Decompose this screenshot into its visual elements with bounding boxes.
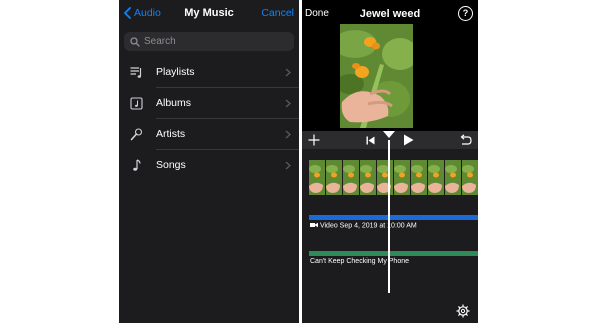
chevron-right-icon xyxy=(285,68,291,77)
clip-frame xyxy=(377,160,394,195)
gear-icon[interactable] xyxy=(456,304,470,318)
help-button[interactable]: ? xyxy=(458,6,473,21)
list-item-label: Playlists xyxy=(156,66,195,78)
editor-panel: Done Jewel weed ? Video Sep 4, 2019 at 1… xyxy=(302,0,478,323)
video-camera-icon xyxy=(310,222,318,228)
clip-frame xyxy=(462,160,478,195)
chevron-right-icon xyxy=(285,161,291,170)
video-track-text: Video Sep 4, 2019 at 10:00 AM xyxy=(319,222,417,230)
bottom-toolbar xyxy=(302,299,478,323)
video-track-bar[interactable] xyxy=(309,215,478,220)
audio-track-bar[interactable] xyxy=(309,251,478,256)
list-item-artists[interactable]: Artists xyxy=(119,119,299,150)
search-icon xyxy=(130,36,140,47)
list-item-label: Albums xyxy=(156,97,192,109)
playlist-icon xyxy=(130,67,142,78)
cancel-button[interactable]: Cancel xyxy=(261,7,294,19)
timeline[interactable]: Video Sep 4, 2019 at 10:00 AM Can't Keep… xyxy=(302,149,478,299)
library-list: Playlists Albums Artists Songs xyxy=(119,57,299,181)
clip-frame xyxy=(360,160,377,195)
playhead-marker xyxy=(383,131,395,138)
list-item-label: Songs xyxy=(156,159,186,171)
search-input[interactable] xyxy=(144,36,284,47)
clip-frame xyxy=(428,160,445,195)
clip-frame xyxy=(411,160,428,195)
microphone-icon xyxy=(130,128,143,141)
project-title: Jewel weed xyxy=(359,8,421,20)
music-note-icon xyxy=(133,159,141,171)
undo-icon[interactable] xyxy=(459,134,472,146)
clip-frame xyxy=(343,160,360,195)
video-preview xyxy=(340,24,413,128)
audio-track-label: Can't Keep Checking My Phone xyxy=(310,258,410,265)
playhead[interactable] xyxy=(388,140,390,293)
chevron-right-icon xyxy=(285,130,291,139)
play-icon[interactable] xyxy=(403,134,414,146)
list-item-playlists[interactable]: Playlists xyxy=(119,57,299,88)
video-clip[interactable] xyxy=(309,160,478,195)
list-item-albums[interactable]: Albums xyxy=(119,88,299,119)
video-track-label: Video Sep 4, 2019 at 10:00 AM xyxy=(310,222,417,230)
list-item-songs[interactable]: Songs xyxy=(119,150,299,181)
preview-frame-image xyxy=(340,24,413,128)
search-bar[interactable] xyxy=(124,32,294,51)
clip-frame xyxy=(394,160,411,195)
list-item-label: Artists xyxy=(156,128,186,140)
chevron-right-icon xyxy=(285,99,291,108)
clip-frame xyxy=(445,160,462,195)
clip-frame xyxy=(309,160,326,195)
skip-to-start-icon[interactable] xyxy=(366,136,375,145)
add-icon[interactable] xyxy=(308,134,320,146)
music-panel: Audio My Music Cancel Playlists xyxy=(119,0,299,323)
album-icon xyxy=(130,97,143,110)
music-nav-bar: Audio My Music Cancel xyxy=(119,0,299,30)
clip-frame xyxy=(326,160,343,195)
